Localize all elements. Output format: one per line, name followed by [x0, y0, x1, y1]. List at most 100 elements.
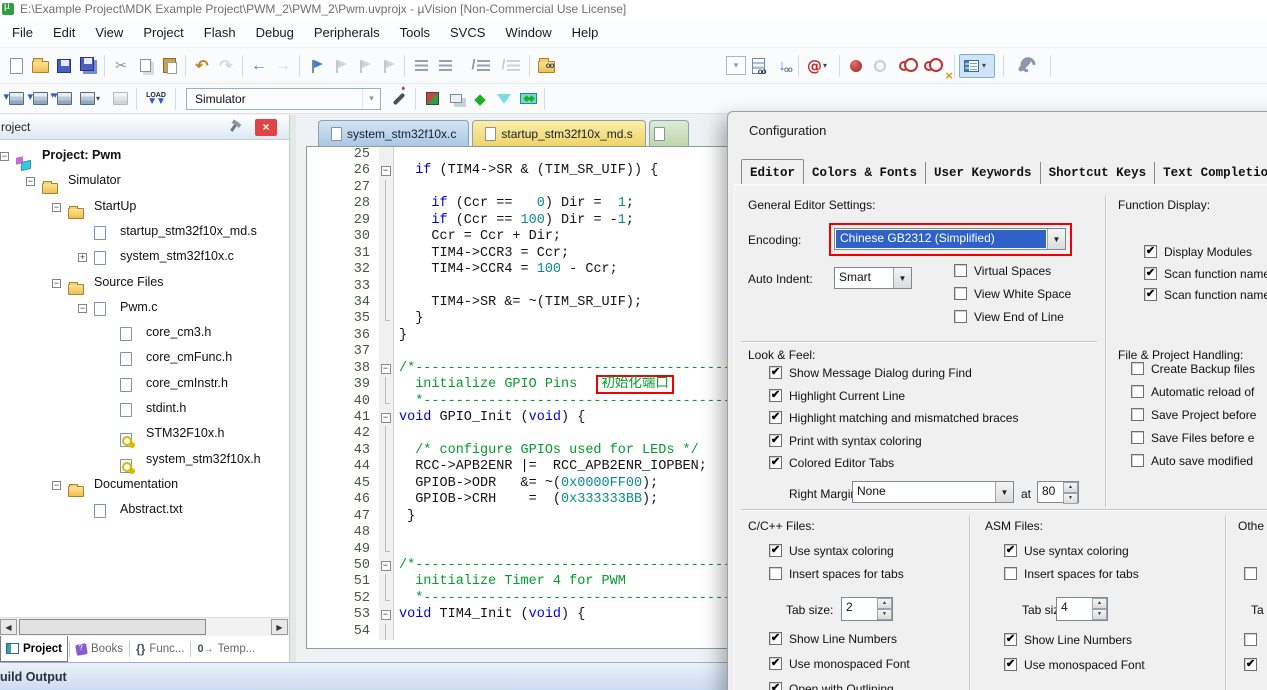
collapse-icon[interactable]: −	[0, 152, 9, 161]
pack-installer-button[interactable]: ◆◆	[516, 88, 540, 110]
menu-view[interactable]: View	[85, 21, 133, 44]
checkbox-row-use-syntax-coloring[interactable]: ✔ Use syntax coloring	[769, 544, 904, 567]
collapse-icon[interactable]: −	[52, 202, 61, 212]
menu-edit[interactable]: Edit	[43, 21, 85, 44]
menu-flash[interactable]: Flash	[194, 21, 246, 44]
dialog-tab-text-completion[interactable]: Text Completion	[1155, 162, 1267, 185]
checkbox[interactable]: ✔	[769, 388, 782, 402]
editor-tab-startup_stm32f10x_md.s[interactable]: startup_stm32f10x_md.s	[472, 120, 646, 146]
checkbox-row-highlight-current-line[interactable]: ✔ Highlight Current Line	[769, 388, 1018, 412]
menu-svcs[interactable]: SVCS	[440, 21, 495, 44]
checkbox-row-create-backup-files[interactable]: Create Backup files	[1131, 362, 1256, 385]
file-extensions-button[interactable]	[444, 88, 468, 110]
checkbox[interactable]	[954, 287, 967, 300]
menu-help[interactable]: Help	[562, 21, 609, 44]
save-all-button[interactable]	[76, 55, 100, 77]
checkbox[interactable]	[1131, 431, 1144, 444]
close-panel-button[interactable]: ×	[255, 119, 277, 136]
checkbox[interactable]: ✔	[769, 632, 782, 645]
toggle-bookmark-button[interactable]	[304, 55, 328, 77]
scroll-right-button[interactable]: ▶	[271, 619, 288, 635]
scroll-left-button[interactable]: ◀	[0, 619, 17, 635]
find-text-combo[interactable]: ▾	[726, 56, 746, 75]
fold-margin[interactable]: −	[379, 557, 394, 575]
next-bookmark-button[interactable]	[352, 55, 376, 77]
checkbox[interactable]: ✔	[769, 456, 782, 469]
find-in-document-button[interactable]	[746, 55, 770, 77]
checkbox-row-open-with-outlining[interactable]: ✔ Open with Outlining	[769, 682, 910, 690]
options-for-target-button[interactable]	[387, 88, 411, 110]
tree-item-stm32f10x-h[interactable]: STM32F10x.h	[0, 422, 225, 448]
indent-left-button[interactable]	[433, 55, 457, 77]
checkbox[interactable]	[1131, 362, 1144, 375]
cpp-tab-size-spinner[interactable]: 2 ▲ ▼	[841, 597, 893, 621]
fold-collapse-icon[interactable]: −	[380, 166, 391, 177]
checkbox[interactable]: ✔	[769, 544, 782, 557]
menu-project[interactable]: Project	[133, 21, 193, 44]
checkbox[interactable]: ✔	[769, 682, 782, 690]
checkbox-row-view-white-space[interactable]: View White Space	[954, 287, 1071, 310]
expand-icon[interactable]: +	[78, 253, 87, 263]
rebuild-button[interactable]	[51, 88, 76, 110]
checkbox-row-use-monospaced-font[interactable]: ✔ Use monospaced Font	[769, 657, 910, 682]
spinner-buttons[interactable]: ▲ ▼	[1092, 598, 1107, 620]
checkbox-row-save-project-before[interactable]: Save Project before	[1131, 408, 1256, 431]
fold-collapse-icon[interactable]: −	[380, 560, 391, 571]
project-windows-button[interactable]: ▾	[959, 53, 995, 78]
undo-button[interactable]: ↶	[190, 55, 214, 77]
checkbox[interactable]	[1004, 567, 1017, 580]
enable-breakpoint-button[interactable]	[868, 55, 892, 77]
checkbox[interactable]	[1131, 408, 1144, 421]
checkbox[interactable]	[1244, 633, 1257, 646]
insert-breakpoint-button[interactable]	[844, 55, 868, 77]
checkbox-row-show-message-dialog-during-find[interactable]: ✔ Show Message Dialog during Find	[769, 366, 1018, 389]
checkbox-row-automatic-reload-of[interactable]: Automatic reload of	[1131, 385, 1256, 408]
fold-margin[interactable]: −	[379, 410, 394, 427]
configure-tools-button[interactable]	[1012, 55, 1036, 77]
auto-indent-combo[interactable]: Smart ▼	[834, 267, 912, 289]
checkbox-row-virtual-spaces[interactable]: Virtual Spaces	[954, 264, 1071, 287]
tree-item-source-files[interactable]: − Source Files	[0, 271, 163, 296]
checkbox[interactable]: ✔	[769, 411, 782, 424]
checkbox[interactable]: ✔	[769, 657, 782, 670]
copy-button[interactable]	[133, 55, 157, 77]
fold-margin[interactable]: −	[379, 163, 394, 180]
clear-bookmarks-button[interactable]	[376, 55, 400, 77]
checkbox[interactable]: ✔	[1144, 288, 1157, 301]
save-button[interactable]	[52, 55, 76, 77]
checkbox-row-use-monospaced-font[interactable]: ✔ Use monospaced Font	[1004, 658, 1145, 683]
dialog-tab-colors-fonts[interactable]: Colors & Fonts	[804, 162, 927, 185]
open-file-button[interactable]	[28, 55, 52, 77]
select-software-packs-button[interactable]	[492, 88, 516, 110]
tree-item-startup[interactable]: − StartUp	[0, 195, 136, 220]
checkbox[interactable]: ✔	[1004, 658, 1017, 671]
fold-collapse-icon[interactable]: −	[380, 610, 391, 621]
scrollbar-thumb[interactable]	[19, 619, 206, 635]
fold-margin[interactable]: −	[379, 360, 394, 378]
checkbox[interactable]: ✔	[1144, 266, 1157, 280]
other-checkbox-2[interactable]	[1244, 633, 1257, 646]
spinner-buttons[interactable]: ▲ ▼	[1063, 482, 1078, 504]
checkbox-row-save-files-before-e[interactable]: Save Files before e	[1131, 431, 1256, 454]
multi-project-button[interactable]: ◆	[468, 88, 492, 110]
checkbox[interactable]: ✔	[1144, 245, 1157, 258]
checkbox[interactable]	[1244, 567, 1257, 580]
panel-tab-project[interactable]: Project	[0, 636, 68, 662]
panel-tab-books[interactable]: Books	[71, 636, 128, 662]
navigate-back-button[interactable]: ←	[247, 55, 271, 77]
checkbox[interactable]: ✔	[1004, 633, 1017, 646]
checkbox[interactable]: ✔	[769, 433, 782, 447]
checkbox-row-scan-function-name[interactable]: ✔ Scan function name	[1144, 266, 1267, 289]
tree-item-simulator[interactable]: − Simulator	[0, 169, 121, 194]
horizontal-scrollbar[interactable]: ◀ ▶	[0, 617, 289, 636]
manage-rte-button[interactable]	[420, 88, 444, 110]
dialog-tab-shortcut-keys[interactable]: Shortcut Keys	[1041, 162, 1156, 185]
checkbox[interactable]	[954, 264, 967, 277]
stop-build-button[interactable]	[108, 88, 132, 110]
dialog-tab-editor[interactable]: Editor	[741, 159, 805, 185]
incremental-find-button[interactable]: ↓	[770, 55, 794, 77]
download-button[interactable]: LOAD ▼▼	[141, 88, 171, 110]
collapse-icon[interactable]: −	[52, 278, 61, 288]
other-checkbox-3[interactable]: ✔	[1244, 658, 1257, 671]
checkbox-row-colored-editor-tabs[interactable]: ✔ Colored Editor Tabs	[769, 456, 1018, 479]
